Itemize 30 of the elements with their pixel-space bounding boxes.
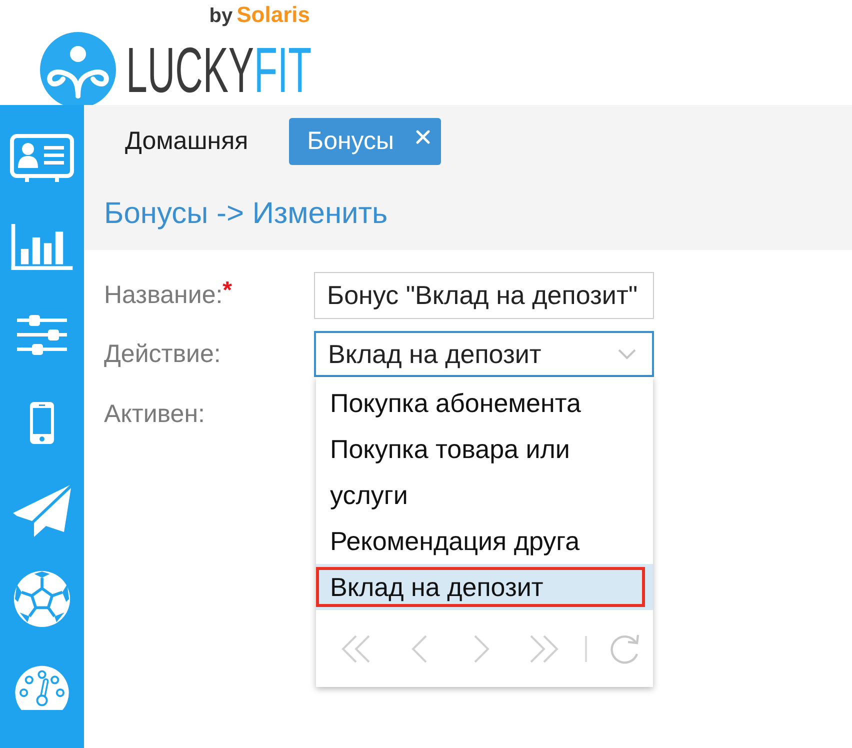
dropdown-option[interactable]: Покупка товара или услуги <box>316 426 653 518</box>
field-label: Название: <box>104 281 223 310</box>
dropdown-option[interactable]: Вклад на депозит <box>316 564 653 610</box>
chevron-left-icon[interactable] <box>410 634 428 662</box>
logo-maker-text: Solaris <box>236 2 310 27</box>
dropdown-option[interactable]: Покупка абонемента <box>316 380 653 426</box>
field-label: Активен: <box>104 400 205 428</box>
chevron-right-icon[interactable] <box>473 634 491 662</box>
logo-name-text: LUCKY <box>126 34 254 106</box>
double-chevron-right-icon[interactable] <box>528 634 560 662</box>
action-select[interactable]: Вклад на депозит <box>314 331 654 377</box>
close-icon[interactable] <box>416 130 430 144</box>
sliders-icon[interactable] <box>17 315 67 355</box>
breadcrumb: Бонусы -> Изменить <box>104 199 388 229</box>
soccer-ball-icon[interactable] <box>13 570 71 628</box>
logo-name-accent-text: FIT <box>254 34 312 106</box>
bar-chart-icon[interactable] <box>11 224 73 270</box>
double-chevron-left-icon[interactable] <box>340 634 372 662</box>
refresh-icon[interactable] <box>609 634 641 664</box>
paper-plane-icon[interactable] <box>13 485 71 537</box>
logo-prefix-text: by <box>209 5 233 27</box>
smartphone-icon[interactable] <box>30 402 54 444</box>
required-asterisk: * <box>222 276 232 304</box>
name-input[interactable]: Бонус "Вклад на депозит" <box>314 272 654 319</box>
chevron-down-icon <box>618 349 636 359</box>
tab[interactable]: Домашняя <box>104 118 270 165</box>
contact-card-icon[interactable] <box>10 134 74 184</box>
field-label: Действие: <box>104 340 221 368</box>
dropdown-option[interactable]: Рекомендация друга <box>316 518 653 564</box>
gauge-icon[interactable] <box>13 664 71 710</box>
